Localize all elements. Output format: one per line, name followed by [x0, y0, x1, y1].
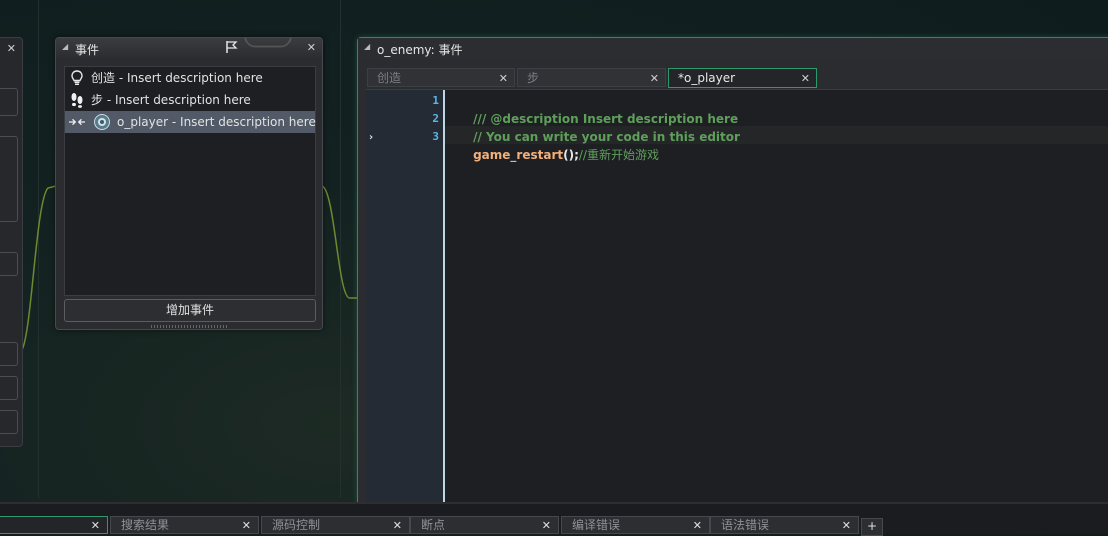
- tab-o-player[interactable]: *o_player ✕: [668, 68, 817, 88]
- event-item-label: o_player - Insert description here: [117, 115, 316, 129]
- close-icon[interactable]: ✕: [91, 517, 100, 534]
- collapse-arrow-icon[interactable]: ◢: [62, 42, 68, 51]
- event-item-collision-o-player[interactable]: o_player - Insert description here: [65, 111, 316, 133]
- event-item-step[interactable]: 步 - Insert description here: [65, 89, 315, 111]
- tab-breakpoints[interactable]: 断点 ✕: [410, 516, 559, 534]
- panel-field[interactable]: [0, 376, 18, 400]
- gutter-divider: [443, 90, 445, 503]
- panel-field[interactable]: [0, 136, 18, 222]
- line-number: 2: [432, 112, 439, 125]
- code-punctuation: ();: [563, 148, 579, 162]
- close-icon[interactable]: ✕: [393, 517, 402, 534]
- close-icon[interactable]: ✕: [842, 517, 851, 534]
- resize-grip[interactable]: [151, 325, 227, 328]
- tab-output[interactable]: ✕: [0, 516, 108, 534]
- code-line-1[interactable]: /// @description Insert description here: [448, 92, 738, 126]
- panel-notch-decoration: [243, 37, 293, 48]
- flag-icon[interactable]: [225, 40, 239, 54]
- events-panel-titlebar[interactable]: ◢ 事件 ✕: [56, 37, 322, 58]
- tab-label: 断点: [421, 518, 446, 532]
- panel-field[interactable]: [0, 342, 18, 366]
- tab-syntax-errors[interactable]: 语法错误 ✕: [710, 516, 859, 534]
- line-number: 3: [432, 130, 439, 143]
- code-line-2[interactable]: // You can write your code in this edito…: [448, 110, 740, 144]
- tab-step[interactable]: 步 ✕: [517, 68, 666, 87]
- tab-label: 搜索结果: [121, 518, 170, 532]
- tab-label: 创造: [377, 71, 402, 85]
- code-function-name: game_restart: [473, 148, 564, 162]
- line-number-gutter: 1 2 3 ›: [366, 90, 443, 503]
- editor-titlebar[interactable]: ◢ o_enemy: 事件: [358, 38, 1108, 58]
- tab-compile-errors[interactable]: 编译错误 ✕: [561, 516, 710, 534]
- left-side-panel: ✕: [0, 37, 23, 447]
- tab-label: 源码控制: [272, 518, 321, 532]
- editor-tab-bar: 创造 ✕ 步 ✕ *o_player ✕: [358, 68, 1108, 88]
- code-line-3[interactable]: game_restart();//重新开始游戏: [448, 128, 659, 162]
- add-tab-button[interactable]: +: [861, 518, 883, 536]
- collision-arrows-icon: [69, 118, 85, 126]
- code-area[interactable]: 1 2 3 › /// @description Insert descript…: [366, 89, 1108, 503]
- close-icon[interactable]: ✕: [242, 517, 251, 534]
- tab-create[interactable]: 创造 ✕: [367, 68, 515, 87]
- close-icon[interactable]: ✕: [801, 69, 810, 88]
- event-item-create[interactable]: 创造 - Insert description here: [65, 67, 315, 89]
- panel-field[interactable]: [0, 252, 18, 276]
- event-list: 创造 - Insert description here 步 - Insert …: [64, 66, 316, 296]
- event-item-label: 步 - Insert description here: [91, 93, 251, 107]
- current-line-marker-icon: ›: [369, 132, 374, 143]
- tab-label: 步: [527, 71, 540, 85]
- line-number: 1: [432, 94, 439, 107]
- close-icon[interactable]: ✕: [650, 69, 659, 88]
- tab-source-control[interactable]: 源码控制 ✕: [261, 516, 410, 534]
- close-icon[interactable]: ✕: [499, 69, 508, 88]
- add-event-button[interactable]: 增加事件: [64, 299, 316, 322]
- tab-label: 编译错误: [572, 518, 621, 532]
- footsteps-icon: [71, 93, 83, 108]
- panel-field[interactable]: [0, 410, 18, 434]
- lightbulb-icon: [71, 70, 83, 85]
- events-panel: ◢ 事件 ✕ 创造 - Insert description here 步 - …: [55, 37, 323, 330]
- close-icon[interactable]: ✕: [542, 517, 551, 534]
- tab-search-results[interactable]: 搜索结果 ✕: [110, 516, 259, 534]
- panel-field[interactable]: [0, 88, 18, 116]
- object-sprite-icon: [94, 114, 110, 130]
- close-icon[interactable]: ✕: [7, 42, 16, 55]
- tab-label: *o_player: [678, 71, 736, 85]
- code-editor-panel: ◢ o_enemy: 事件 创造 ✕ 步 ✕ *o_player ✕ 1 2 3…: [357, 37, 1108, 504]
- output-tab-bar: ✕ 搜索结果 ✕ 源码控制 ✕ 断点 ✕ 编译错误 ✕ 语法错误 ✕ +: [0, 502, 1108, 536]
- collapse-arrow-icon[interactable]: ◢: [364, 42, 370, 51]
- editor-title: o_enemy: 事件: [377, 43, 463, 57]
- event-item-label: 创造 - Insert description here: [91, 71, 263, 85]
- close-icon[interactable]: ✕: [693, 517, 702, 534]
- code-comment: //重新开始游戏: [578, 148, 659, 162]
- tab-label: 语法错误: [721, 518, 770, 532]
- events-panel-title: 事件: [75, 43, 100, 57]
- close-icon[interactable]: ✕: [307, 41, 316, 54]
